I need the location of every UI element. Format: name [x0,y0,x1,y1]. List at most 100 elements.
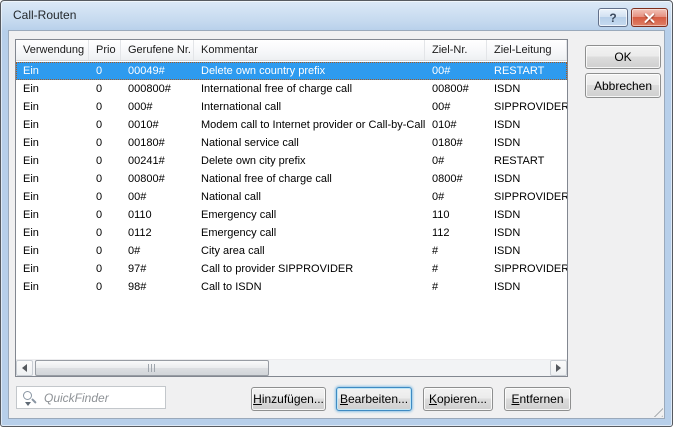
column-header-prio[interactable]: Prio [89,40,121,60]
cell-kommentar: Emergency call [201,227,277,239]
table-row[interactable]: Ein 0 000800# International free of char… [16,80,567,98]
cell-gerufene-nr: 00# [128,191,147,203]
column-header-kommentar[interactable]: Kommentar [194,40,425,60]
cell-ziel-leitung: ISDN [494,173,521,185]
table-row[interactable]: Ein 0 00800# National free of charge cal… [16,170,567,188]
quickfinder-input[interactable] [42,388,163,407]
cell-verwendung: Ein [23,119,39,131]
cell-prio: 0 [96,209,103,221]
remove-button[interactable]: Entfernen [504,387,571,411]
horizontal-scrollbar[interactable] [16,359,567,376]
dialog-body: Verwendung Prio Gerufene Nr. Kommentar Z… [8,30,665,419]
add-button[interactable]: Hinzufügen... [251,387,326,411]
cell-ziel-nr: # [432,281,439,293]
cell-kommentar: National call [201,191,261,203]
help-icon: ? [609,10,617,25]
cell-verwendung: Ein [23,137,39,149]
cell-verwendung: Ein [23,209,39,221]
cell-ziel-leitung: SIPPROVIDER [494,101,567,113]
cell-verwendung: Ein [23,155,39,167]
cell-gerufene-nr: 0010# [128,119,159,131]
cell-gerufene-nr: 0# [128,245,141,257]
scroll-left-button[interactable] [16,360,33,376]
cell-prio: 0 [96,263,103,275]
cell-kommentar: Call to provider SIPPROVIDER [201,263,354,275]
dropdown-caret-icon[interactable] [25,402,31,406]
cell-ziel-leitung: SIPPROVIDER [494,263,567,275]
cell-gerufene-nr: 98# [128,281,147,293]
call-routen-dialog: Call-Routen ? Verwendung Prio Gerufene N… [0,0,673,427]
cell-verwendung: Ein [23,263,39,275]
cell-gerufene-nr: 00241# [128,155,165,167]
table-row[interactable]: Ein 0 98# Call to ISDN # ISDN [16,278,567,296]
cell-kommentar: International call [201,101,282,113]
cell-verwendung: Ein [23,65,39,77]
scrollbar-track[interactable] [33,360,550,376]
close-button[interactable] [631,8,668,27]
cell-verwendung: Ein [23,245,39,257]
cell-verwendung: Ein [23,191,39,203]
cell-ziel-nr: # [432,263,439,275]
cell-prio: 0 [96,101,103,113]
cell-gerufene-nr: 00049# [128,65,165,77]
cell-gerufene-nr: 00800# [128,173,165,185]
titlebar[interactable]: Call-Routen ? [1,1,672,30]
column-header-ziel-nr[interactable]: Ziel-Nr. [425,40,487,60]
cell-kommentar: Call to ISDN [201,281,262,293]
quickfinder-box [16,386,166,409]
cell-ziel-leitung: RESTART [494,65,545,77]
column-header-gerufene-nr[interactable]: Gerufene Nr. [121,40,194,60]
cell-prio: 0 [96,83,103,95]
search-icon[interactable] [23,391,32,400]
table-row[interactable]: Ein 0 0112 Emergency call 112 ISDN [16,224,567,242]
help-button[interactable]: ? [598,8,628,27]
cell-ziel-leitung: ISDN [494,119,521,131]
cell-kommentar: Emergency call [201,209,277,221]
cell-ziel-leitung: RESTART [494,155,545,167]
column-header-ziel-leitung[interactable]: Ziel-Leitung [487,40,567,60]
table-rows: Ein 0 00049# Delete own country prefix 0… [16,62,567,359]
cancel-button[interactable]: Abbrechen [585,73,661,98]
cell-verwendung: Ein [23,173,39,185]
close-icon [644,12,655,23]
cell-ziel-nr: 00# [432,65,451,77]
cell-prio: 0 [96,173,103,185]
copy-button[interactable]: Kopieren... [423,387,493,411]
cell-ziel-nr: 0180# [432,137,463,149]
scrollbar-grip-icon [148,364,156,372]
cell-prio: 0 [96,227,103,239]
cell-prio: 0 [96,281,103,293]
window-title: Call-Routen [13,8,77,22]
cell-ziel-leitung: ISDN [494,209,521,221]
cell-gerufene-nr: 0110 [128,209,152,221]
scrollbar-thumb[interactable] [35,360,269,376]
cell-ziel-nr: 010# [432,119,457,131]
cell-prio: 0 [96,137,103,149]
resize-grip[interactable] [650,404,663,417]
column-header-verwendung[interactable]: Verwendung [16,40,89,60]
table-row[interactable]: Ein 0 0010# Modem call to Internet provi… [16,116,567,134]
cell-verwendung: Ein [23,83,39,95]
cell-ziel-nr: 0# [432,155,445,167]
cell-ziel-nr: 0800# [432,173,463,185]
table-row[interactable]: Ein 0 000# International call 00# SIPPRO… [16,98,567,116]
edit-button[interactable]: Bearbeiten... [336,387,412,411]
cell-verwendung: Ein [23,281,39,293]
table-row[interactable]: Ein 0 00049# Delete own country prefix 0… [16,62,567,80]
cell-kommentar: City area call [201,245,265,257]
cell-verwendung: Ein [23,227,39,239]
table-row[interactable]: Ein 0 00# National call 0# SIPPROVIDER [16,188,567,206]
scroll-right-button[interactable] [550,360,567,376]
ok-button[interactable]: OK [585,45,661,69]
table-row[interactable]: Ein 0 00180# National service call 0180#… [16,134,567,152]
call-routes-table: Verwendung Prio Gerufene Nr. Kommentar Z… [15,39,568,377]
cell-gerufene-nr: 97# [128,263,147,275]
table-row[interactable]: Ein 0 0# City area call # ISDN [16,242,567,260]
cell-prio: 0 [96,119,103,131]
table-row[interactable]: Ein 0 0110 Emergency call 110 ISDN [16,206,567,224]
cell-ziel-nr: 00800# [432,83,469,95]
table-row[interactable]: Ein 0 97# Call to provider SIPPROVIDER #… [16,260,567,278]
scroll-right-icon [556,364,561,372]
cell-kommentar: Delete own country prefix [201,65,326,77]
table-row[interactable]: Ein 0 00241# Delete own city prefix 0# R… [16,152,567,170]
